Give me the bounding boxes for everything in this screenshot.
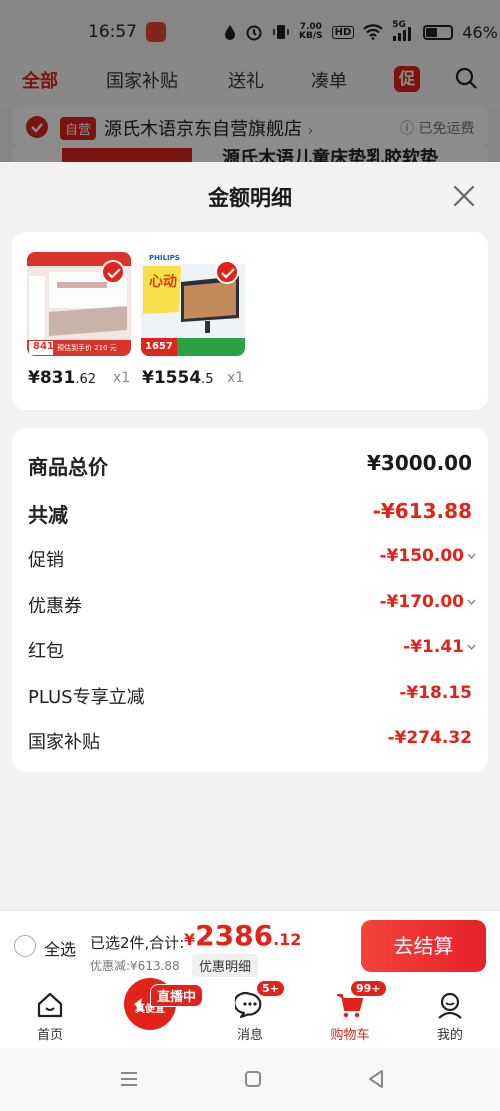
row-red-packet[interactable]: 红包 -¥1.41: [28, 634, 476, 664]
amount-detail-sheet: 金额明细 841 预估到手价 210 元 ¥831.62 x1 心动 PHILI…: [0, 162, 500, 910]
row-national-subsidy: 国家补贴 -¥274.32: [28, 728, 472, 753]
total-price: ¥2386.12: [184, 919, 302, 952]
tab-cart[interactable]: 99+ 购物车: [320, 980, 387, 1048]
chevron-down-icon: [467, 599, 476, 605]
select-all-checkbox[interactable]: [14, 935, 36, 957]
amount-breakdown-card: 商品总价 ¥3000.00 共减 -¥613.88 促销 -¥150.00 优惠…: [12, 428, 488, 772]
product-thumb-mattress[interactable]: 841 预估到手价 210 元: [27, 252, 131, 356]
sheet-title: 金额明细: [208, 186, 292, 210]
product-price: ¥1554.5: [142, 368, 214, 388]
discount-detail-button[interactable]: 优惠明细: [192, 954, 259, 977]
menu-icon[interactable]: [119, 1070, 139, 1088]
product-checkbox[interactable]: [101, 260, 125, 284]
saved-amount: 优惠减:¥613.88: [90, 959, 180, 973]
messages-badge: 5+: [256, 980, 285, 997]
tab-messages[interactable]: 5+ 消息: [220, 980, 285, 1048]
products-card: 841 预估到手价 210 元 ¥831.62 x1 心动 PHILIPS 16…: [12, 232, 488, 410]
system-nav-bar: [0, 1048, 500, 1111]
row-promotion[interactable]: 促销 -¥150.00: [28, 543, 476, 573]
chevron-down-icon: [467, 553, 476, 559]
row-plus-discount: PLUS专享立减 -¥18.15: [28, 683, 472, 708]
row-total-discount: 共减 -¥613.88: [28, 499, 472, 527]
select-all-label[interactable]: 全选: [44, 936, 76, 960]
cart-badge: 99+: [350, 980, 387, 997]
row-goods-total: 商品总价 ¥3000.00: [28, 451, 472, 479]
checkout-bar: 全选 已选2件,合计: ¥2386.12 优惠减:¥613.88 优惠明细 去结…: [0, 910, 500, 982]
row-coupon[interactable]: 优惠券 -¥170.00: [28, 589, 476, 619]
product-checkbox[interactable]: [215, 260, 239, 284]
tab-me[interactable]: 我的: [420, 982, 480, 1048]
product-price: ¥831.62: [28, 368, 97, 388]
selected-summary: 已选2件,合计:: [90, 934, 185, 952]
checkout-button[interactable]: 去结算: [361, 920, 486, 972]
modal-overlay[interactable]: [0, 0, 500, 162]
home-button-icon[interactable]: [244, 1070, 262, 1088]
home-icon: [37, 992, 63, 1018]
profile-icon: [438, 992, 462, 1019]
bottom-tab-bar: 首页 真便宜 直播中 5+ 消息 99+ 购物车 我的: [0, 978, 500, 1048]
tab-home[interactable]: 首页: [20, 982, 80, 1048]
back-icon[interactable]: [367, 1069, 385, 1089]
product-thumb-monitor[interactable]: 心动 PHILIPS 1657: [141, 252, 245, 356]
chevron-down-icon: [467, 644, 476, 650]
product-qty: x1: [227, 370, 245, 386]
product-qty: x1: [113, 370, 131, 386]
live-badge: 直播中: [150, 984, 204, 1007]
close-icon[interactable]: [450, 182, 478, 210]
svg-text:心动: 心动: [149, 273, 177, 290]
